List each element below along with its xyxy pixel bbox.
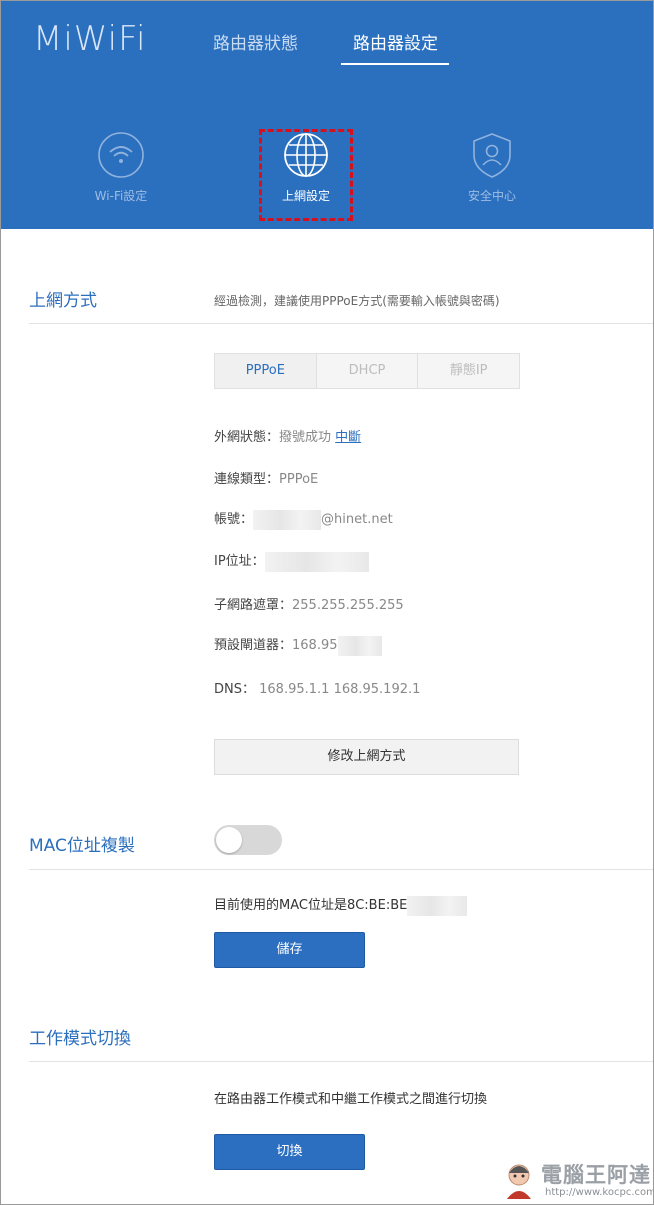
mac-current-row: 目前使用的MAC位址是8C:BE:BE — [214, 894, 468, 916]
switch-mode-button[interactable]: 切換 — [214, 1134, 365, 1170]
subnav-security-center[interactable]: 安全中心 — [437, 131, 547, 204]
blurred-ip — [264, 551, 369, 572]
section-divider — [29, 323, 653, 324]
blurred-account — [253, 509, 322, 530]
subnav-security-label: 安全中心 — [467, 189, 516, 203]
conn-type-row: 連線類型：PPPoE — [214, 468, 318, 487]
disconnect-link[interactable]: 中斷 — [335, 430, 361, 445]
mac-clone-toggle[interactable] — [214, 825, 282, 855]
account-label: 帳號： — [214, 512, 254, 527]
kocpc-watermark: 電腦王阿達 http://www.kocpc.com.tw — [501, 1159, 654, 1203]
shield-user-icon — [473, 133, 511, 178]
wan-status-row: 外網狀態：撥號成功 中斷 — [214, 426, 361, 445]
connection-type-tabs: PPPoE DHCP 靜態IP — [214, 353, 520, 389]
subnet-value: 255.255.255.255 — [292, 598, 404, 613]
mascot-logo — [507, 1164, 531, 1199]
dns-row: DNS： 168.95.1.1 168.95.192.1 — [214, 678, 420, 697]
internet-section-title: 上網方式 — [29, 291, 97, 311]
header-bar: MiWiFi 路由器狀態 路由器設定 Wi-Fi設定 上網設定 安全中心 — [1, 1, 653, 229]
dns-value: 168.95.1.1 168.95.192.1 — [259, 682, 421, 697]
nav-router-settings[interactable]: 路由器設定 — [353, 29, 438, 54]
highlight-annotation — [259, 129, 353, 221]
ip-label: IP位址： — [214, 554, 265, 569]
blurred-gateway — [337, 635, 382, 656]
watermark-url: http://www.kocpc.com.tw — [545, 1187, 654, 1198]
dns-label: DNS： — [214, 682, 255, 697]
save-button[interactable]: 儲存 — [214, 932, 365, 968]
nav-router-status[interactable]: 路由器狀態 — [213, 29, 298, 54]
tab-pppoe[interactable]: PPPoE — [215, 354, 317, 388]
ip-row: IP位址： — [214, 550, 369, 572]
blurred-mac — [407, 895, 468, 916]
wan-status-value: 撥號成功 — [279, 430, 332, 445]
conn-type-value: PPPoE — [279, 472, 319, 487]
gateway-value: 168.95 — [292, 638, 338, 653]
active-nav-underline — [341, 63, 449, 65]
wan-status-label: 外網狀態： — [214, 430, 280, 445]
toggle-knob — [216, 827, 242, 853]
mode-description: 在路由器工作模式和中繼工作模式之間進行切換 — [214, 1092, 488, 1107]
section-divider — [29, 869, 653, 870]
mac-section-title: MAC位址複製 — [29, 836, 135, 856]
gateway-row: 預設閘道器：168.95 — [214, 634, 382, 656]
internet-hint: 經過檢測，建議使用PPPoE方式(需要輸入帳號與密碼) — [214, 294, 500, 308]
tab-dhcp[interactable]: DHCP — [317, 354, 419, 388]
modify-internet-button[interactable]: 修改上網方式 — [214, 739, 519, 775]
conn-type-label: 連線類型： — [214, 472, 280, 487]
miwifi-logo: MiWiFi — [33, 19, 147, 59]
tab-static-ip[interactable]: 靜態IP — [418, 354, 519, 388]
wifi-icon — [98, 132, 144, 178]
account-suffix: @hinet.net — [321, 512, 393, 527]
gateway-label: 預設閘道器： — [214, 638, 293, 653]
app-window: MiWiFi 路由器狀態 路由器設定 Wi-Fi設定 上網設定 安全中心 上網方… — [0, 0, 654, 1205]
subnav-wifi-settings[interactable]: Wi-Fi設定 — [66, 131, 176, 204]
subnav-wifi-label: Wi-Fi設定 — [94, 189, 148, 203]
watermark-text: 電腦王阿達 — [541, 1163, 651, 1187]
subnet-row: 子網路遮罩：255.255.255.255 — [214, 594, 404, 613]
mac-current-text: 目前使用的MAC位址是8C:BE:BE — [214, 898, 408, 913]
subnet-label: 子網路遮罩： — [214, 598, 293, 613]
section-divider — [29, 1061, 653, 1062]
mode-section-title: 工作模式切換 — [29, 1029, 131, 1049]
account-row: 帳號： @hinet.net — [214, 508, 393, 530]
